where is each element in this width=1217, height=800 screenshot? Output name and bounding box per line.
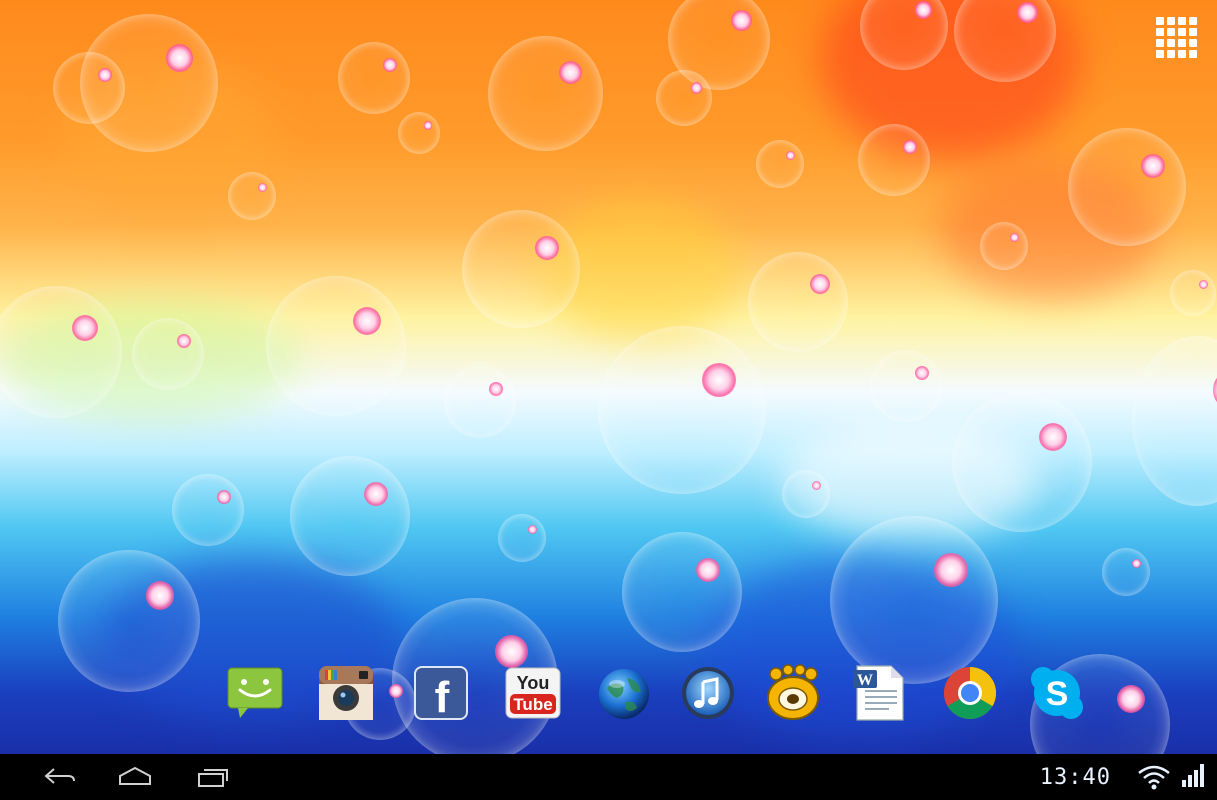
bubble bbox=[656, 70, 712, 126]
messaging-app[interactable] bbox=[226, 664, 284, 722]
dock: f You Tube W S bbox=[0, 664, 1217, 726]
system-navigation-bar: 13:40 bbox=[0, 754, 1217, 800]
bubble bbox=[498, 514, 546, 562]
back-button[interactable] bbox=[40, 764, 80, 790]
chrome-icon bbox=[944, 667, 996, 719]
bubble bbox=[830, 516, 998, 684]
word-glyph: W bbox=[857, 672, 873, 689]
bubble bbox=[444, 366, 516, 438]
word-document-icon: W bbox=[853, 665, 904, 721]
bubble bbox=[1102, 548, 1150, 596]
youtube-icon: You Tube bbox=[505, 667, 561, 719]
facebook-app[interactable]: f bbox=[412, 664, 470, 722]
bubble bbox=[228, 172, 276, 220]
facebook-glyph: f bbox=[435, 673, 450, 722]
bubble bbox=[266, 276, 406, 416]
bubble bbox=[622, 532, 742, 652]
bubble bbox=[980, 222, 1028, 270]
chrome-app[interactable] bbox=[941, 664, 999, 722]
instagram-app[interactable] bbox=[317, 664, 375, 722]
bubble bbox=[1170, 270, 1216, 316]
live-wallpaper bbox=[0, 0, 1217, 754]
home-button[interactable] bbox=[114, 764, 156, 790]
sms-icon bbox=[227, 667, 283, 718]
bubble bbox=[488, 36, 603, 151]
app-drawer-grid-icon[interactable] bbox=[1156, 17, 1197, 58]
bubble bbox=[952, 392, 1092, 532]
bubble bbox=[1068, 128, 1186, 246]
recent-apps-icon bbox=[198, 769, 228, 787]
browser-app[interactable] bbox=[595, 664, 653, 722]
skype-app[interactable]: S bbox=[1028, 664, 1086, 722]
music-icon bbox=[682, 667, 734, 719]
bubble bbox=[290, 456, 410, 576]
word-app[interactable]: W bbox=[849, 664, 907, 722]
wifi-icon bbox=[1138, 765, 1170, 790]
bubble bbox=[598, 326, 766, 494]
camera-icon bbox=[319, 666, 373, 720]
bubble bbox=[782, 470, 830, 518]
bubble bbox=[132, 318, 204, 390]
bubble bbox=[398, 112, 440, 154]
bubble bbox=[172, 474, 244, 546]
gom-player-icon bbox=[767, 664, 819, 720]
globe-icon bbox=[599, 669, 649, 719]
bubble bbox=[748, 252, 848, 352]
music-app[interactable] bbox=[679, 664, 737, 722]
back-icon bbox=[44, 768, 75, 784]
bubble bbox=[338, 42, 410, 114]
signal-icon bbox=[1182, 764, 1204, 787]
recent-apps-button[interactable] bbox=[193, 764, 233, 790]
skype-glyph: S bbox=[1046, 675, 1069, 713]
bubble bbox=[53, 52, 125, 124]
bubble bbox=[858, 124, 930, 196]
youtube-app[interactable]: You Tube bbox=[504, 664, 562, 722]
home-icon bbox=[119, 766, 151, 785]
facebook-icon: f bbox=[414, 666, 468, 722]
status-clock[interactable]: 13:40 bbox=[1040, 765, 1111, 790]
youtube-text-you: You bbox=[517, 673, 550, 693]
bubble bbox=[756, 140, 804, 188]
bubble bbox=[870, 350, 942, 422]
bubble bbox=[462, 210, 580, 328]
bubble bbox=[1132, 336, 1217, 506]
gom-player-app[interactable] bbox=[764, 664, 822, 722]
youtube-text-tube: Tube bbox=[513, 695, 552, 714]
skype-icon: S bbox=[1031, 667, 1083, 719]
